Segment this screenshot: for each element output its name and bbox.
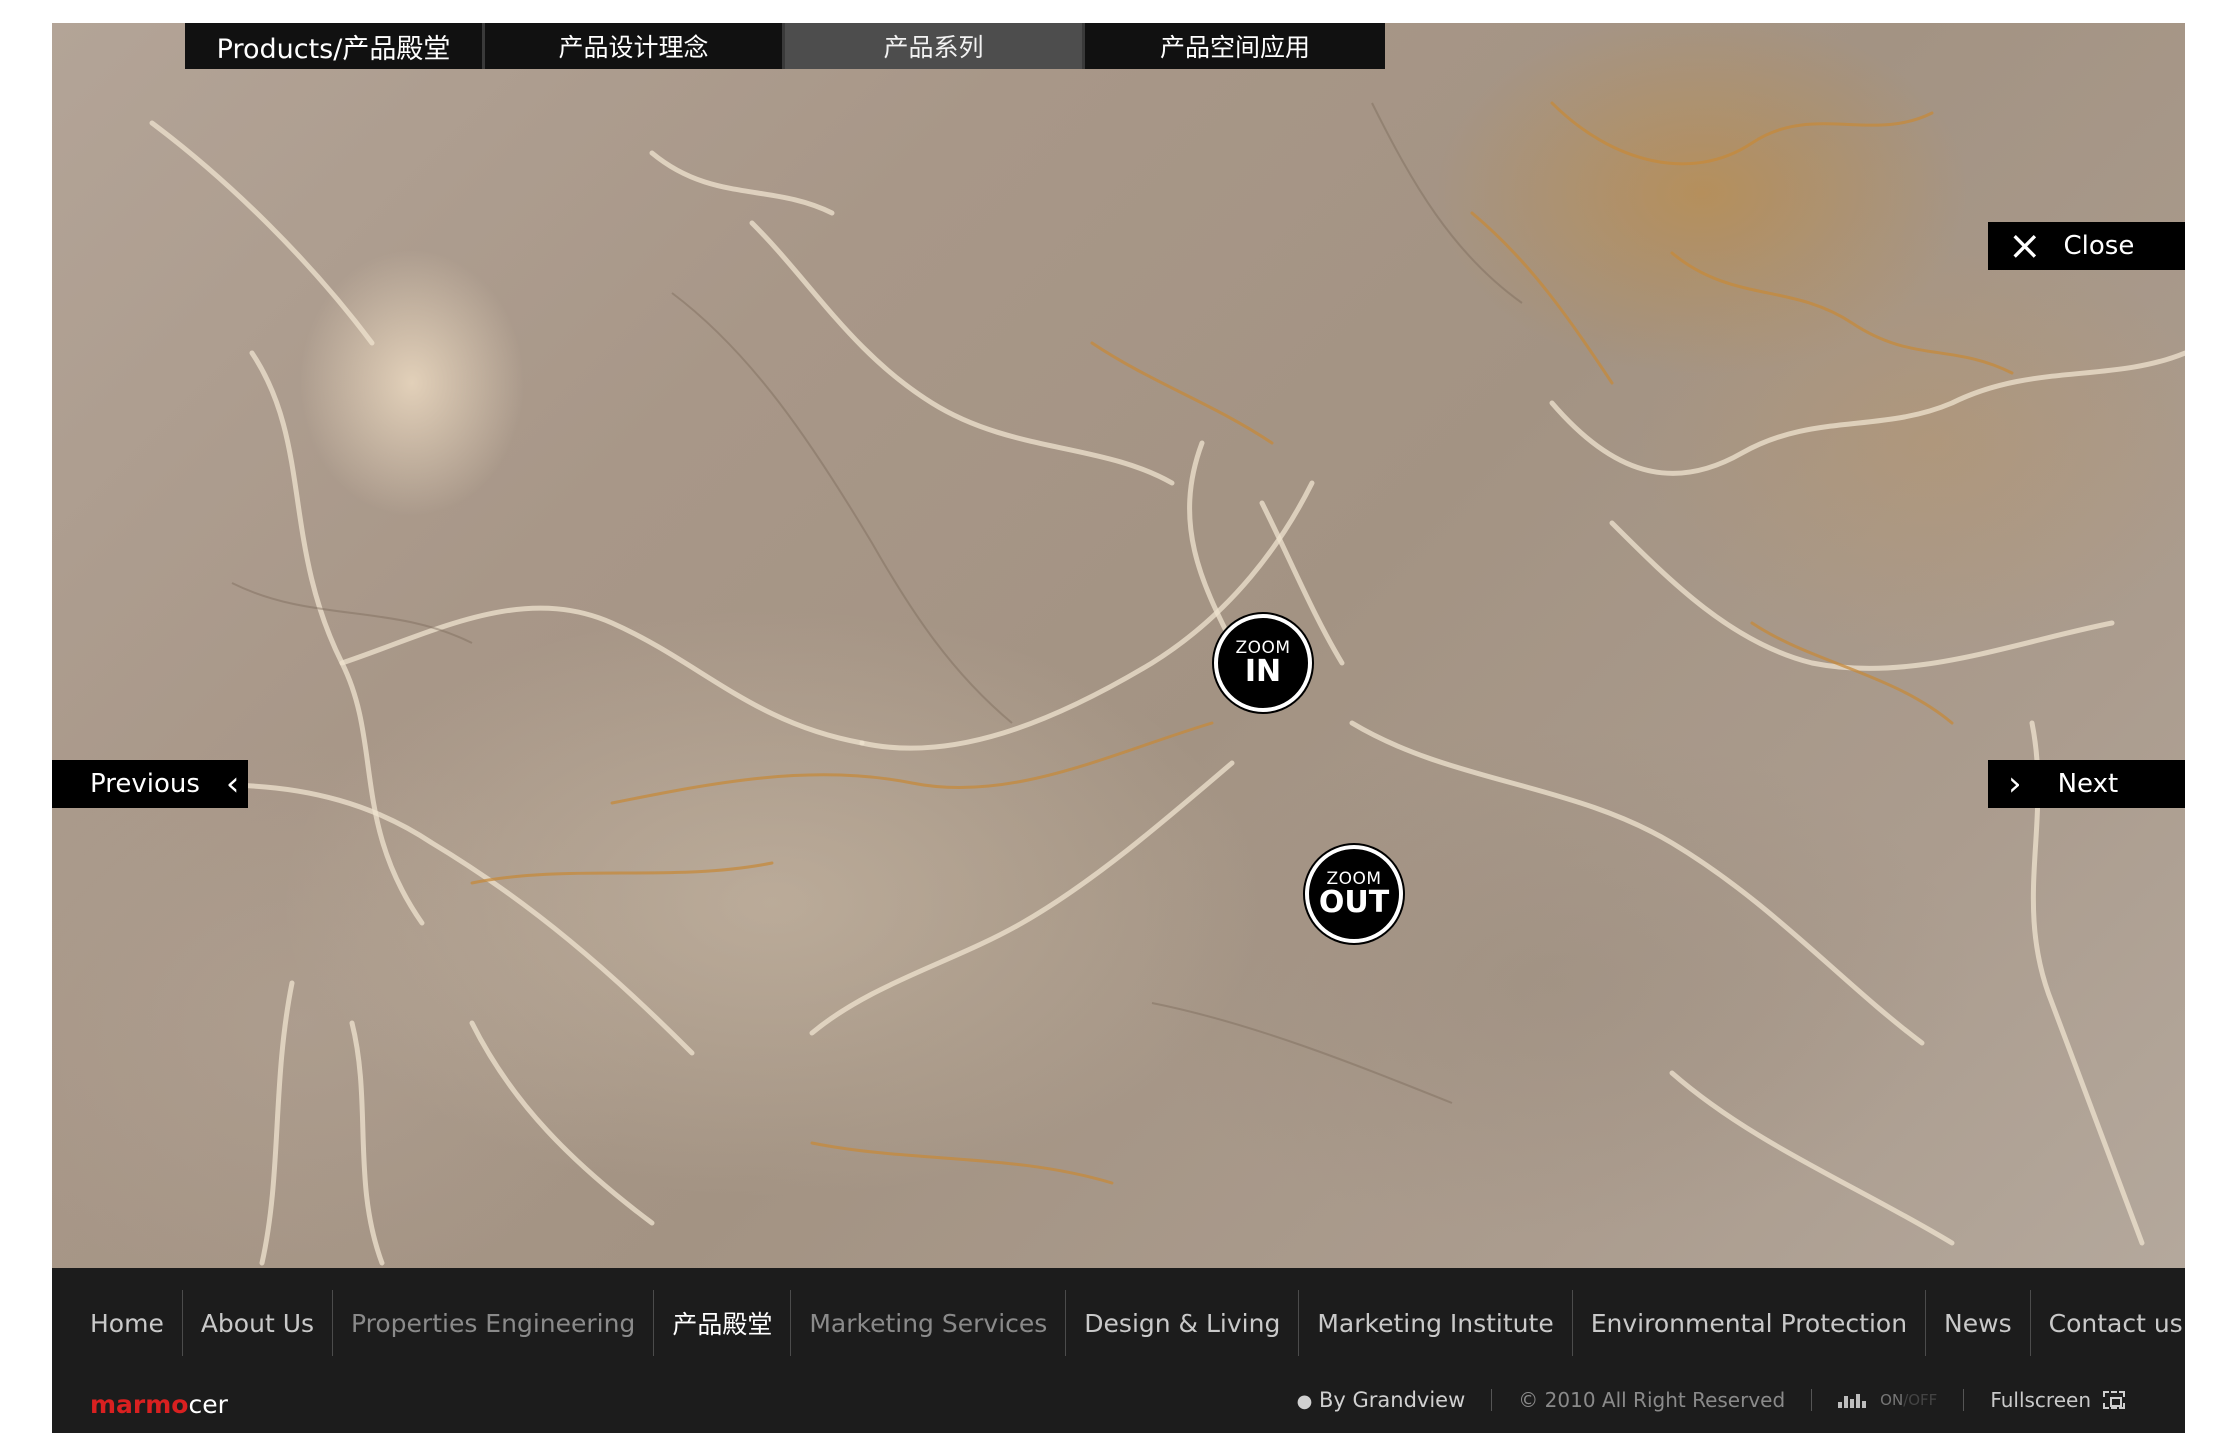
chevron-left-icon: ‹ [225,764,240,804]
nav-about-us[interactable]: About Us [183,1290,334,1356]
tab-space-application[interactable]: 产品空间应用 [1085,23,1385,69]
marble-texture [52,101,2185,1266]
marble-image-viewer[interactable] [52,23,2185,1268]
close-label: Close [2063,231,2135,261]
divider [1491,1389,1493,1411]
footer-bottom-bar: ● By Grandview © 2010 All Right Reserved… [1297,1388,2125,1412]
credit-link[interactable]: ● By Grandview [1297,1388,1466,1412]
brand-white-text: cer [188,1390,228,1419]
sound-toggle-label: ON/OFF [1880,1391,1938,1409]
nav-environmental-protection[interactable]: Environmental Protection [1573,1290,1927,1356]
footer-nav: Home About Us Properties Engineering 产品殿… [52,1290,2201,1356]
sound-toggle[interactable]: ON/OFF [1838,1391,1937,1409]
nav-design-living[interactable]: Design & Living [1066,1290,1300,1356]
zoom-out-button[interactable]: ZOOM OUT [1305,845,1403,943]
nav-home[interactable]: Home [52,1290,183,1356]
close-button[interactable]: × Close [1988,222,2185,270]
divider [1811,1389,1813,1411]
brand-red-text: marmo [90,1390,189,1419]
nav-marketing-services[interactable]: Marketing Services [791,1290,1067,1356]
chevron-right-icon: › [2008,764,2022,804]
tab-products[interactable]: Products/产品殿堂 [185,23,485,69]
fullscreen-button[interactable]: Fullscreen [1990,1388,2125,1412]
close-icon: × [2008,223,2042,269]
fullscreen-label: Fullscreen [1990,1388,2091,1412]
divider [1963,1389,1965,1411]
zoom-out-bottom-label: OUT [1318,884,1390,920]
nav-products[interactable]: 产品殿堂 [654,1290,792,1356]
copyright-text: © 2010 All Right Reserved [1518,1388,1786,1412]
tab-design-concept[interactable]: 产品设计理念 [485,23,785,69]
previous-label: Previous [90,769,200,799]
credit-text: By Grandview [1318,1388,1466,1412]
product-tabs: Products/产品殿堂 产品设计理念 产品系列 产品空间应用 [185,23,1385,69]
nav-properties-engineering[interactable]: Properties Engineering [333,1290,655,1356]
nav-marketing-institute[interactable]: Marketing Institute [1299,1290,1573,1356]
nav-news[interactable]: News [1926,1290,2031,1356]
next-label: Next [2057,769,2119,799]
person-icon: ● [1296,1391,1313,1412]
site-footer: Home About Us Properties Engineering 产品殿… [52,1268,2185,1433]
fullscreen-icon [2103,1391,2125,1409]
zoom-in-button[interactable]: ZOOM IN [1214,614,1312,712]
brand-logo[interactable]: marmocer [90,1390,228,1419]
nav-contact-us[interactable]: Contact us [2031,1290,2201,1356]
zoom-in-bottom-label: IN [1244,653,1282,689]
tab-series[interactable]: 产品系列 [785,23,1085,69]
equalizer-icon [1838,1392,1868,1408]
next-button[interactable]: › Next [1988,760,2185,808]
previous-button[interactable]: Previous ‹ [52,760,248,808]
